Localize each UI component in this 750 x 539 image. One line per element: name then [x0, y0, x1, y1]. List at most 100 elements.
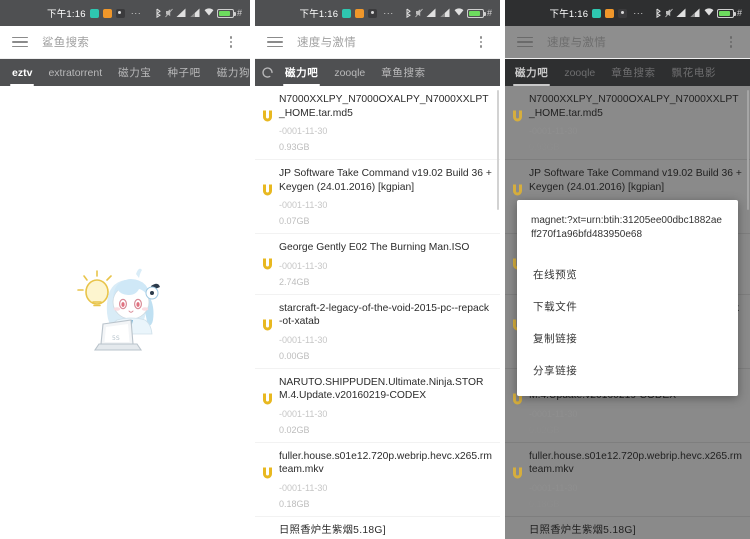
tab-cilibar[interactable]: 磁力吧	[507, 59, 556, 86]
bluetooth-icon	[155, 8, 162, 18]
table-row[interactable]: 日照香炉生紫烟5.18G] -0001-11-30 2.18GB	[255, 517, 500, 539]
magnet-icon	[261, 167, 279, 197]
result-size: 0.07GB	[279, 216, 492, 226]
tab-eztv[interactable]: eztv	[4, 59, 40, 86]
magnet-icon	[511, 93, 529, 123]
table-row[interactable]: fuller.house.s01e12.720p.webrip.hevc.x26…	[505, 443, 750, 517]
table-row[interactable]: N7000XXLPY_N7000OXALPY_N7000XXLPT_HOME.t…	[505, 86, 750, 160]
dialog-item-online-preview[interactable]: 在线预览	[531, 258, 724, 290]
orange-app-icon	[605, 9, 614, 18]
magnet-icon	[261, 376, 279, 406]
screenshot-stage: 下午1:16 ···	[0, 0, 750, 539]
kebab-menu-icon[interactable]	[474, 34, 488, 50]
table-row[interactable]: JP Software Take Command v19.02 Build 36…	[255, 160, 500, 234]
result-size: 0.93GB	[279, 142, 492, 152]
source-tab-bar-left[interactable]: eztv extratorrent 磁力宝 种子吧 磁力狗	[0, 59, 250, 86]
status-bar-left-group: 下午1:16 ···	[47, 6, 141, 20]
status-bar-clock-middle: 下午1:16	[300, 6, 339, 20]
source-tab-bar-middle[interactable]: 磁力吧 zooqle 章鱼搜索	[255, 59, 500, 86]
tab-ciligou[interactable]: 磁力狗	[209, 59, 250, 86]
music-app-icon	[368, 9, 377, 18]
result-title: fuller.house.s01e12.720p.webrip.hevc.x26…	[279, 450, 492, 477]
silent-icon	[415, 8, 423, 18]
results-list-middle[interactable]: N7000XXLPY_N7000OXALPY_N7000XXLPT_HOME.t…	[255, 86, 500, 539]
kebab-menu-icon[interactable]	[724, 34, 738, 50]
result-info: JP Software Take Command v19.02 Build 36…	[279, 167, 492, 226]
tab-zhongziba[interactable]: 种子吧	[159, 59, 208, 86]
scrollbar[interactable]	[747, 90, 750, 210]
result-title: JP Software Take Command v19.02 Build 36…	[529, 167, 742, 194]
signal-icon-2	[690, 8, 701, 18]
search-input[interactable]: 速度与激情	[297, 34, 474, 50]
result-info: starcraft-2-legacy-of-the-void-2015-pc--…	[279, 302, 492, 361]
hamburger-icon[interactable]	[517, 37, 533, 48]
orange-app-icon	[103, 9, 112, 18]
tab-cilibar[interactable]: 磁力吧	[277, 59, 326, 86]
result-date: -0001-11-30	[529, 409, 742, 419]
dialog-item-share-link[interactable]: 分享链接	[531, 354, 724, 386]
table-row[interactable]: fuller.house.s01e12.720p.webrip.hevc.x26…	[255, 443, 500, 517]
tab-zooqle[interactable]: zooqle	[326, 59, 373, 86]
status-bar-clock-right: 下午1:16	[550, 6, 589, 20]
result-info: N7000XXLPY_N7000OXALPY_N7000XXLPT_HOME.t…	[279, 93, 492, 152]
result-title: 日照香炉生紫烟5.18G]	[279, 524, 492, 538]
battery-icon	[717, 9, 734, 18]
tab-zhangyusousuo[interactable]: 章鱼搜索	[373, 59, 433, 86]
tab-cilibao[interactable]: 磁力宝	[110, 59, 159, 86]
wifi-icon	[454, 4, 464, 22]
magnet-icon	[261, 93, 279, 123]
status-overflow-dots-icon: ···	[131, 8, 142, 18]
orange-app-icon	[355, 9, 364, 18]
dialog-item-download-file[interactable]: 下载文件	[531, 290, 724, 322]
status-bar-left-group-middle: 下午1:16 ···	[300, 6, 394, 20]
search-input[interactable]: 速度与激情	[547, 34, 724, 50]
table-row[interactable]: starcraft-2-legacy-of-the-void-2015-pc--…	[255, 295, 500, 369]
signal-icon	[676, 8, 687, 18]
result-date: -0001-11-30	[279, 200, 492, 210]
table-row[interactable]: George Gently E02 The Burning Man.ISO -0…	[255, 234, 500, 295]
search-input[interactable]: 鲨鱼搜索	[42, 34, 224, 50]
result-info: N7000XXLPY_N7000OXALPY_N7000XXLPT_HOME.t…	[529, 93, 742, 152]
teal-app-icon	[90, 9, 99, 18]
music-app-icon	[116, 9, 125, 18]
status-bar-middle: 下午1:16 ···	[255, 0, 500, 26]
search-bar-right[interactable]: 速度与激情	[505, 26, 750, 59]
table-row[interactable]: N7000XXLPY_N7000OXALPY_N7000XXLPT_HOME.t…	[255, 86, 500, 160]
search-bar-middle[interactable]: 速度与激情	[255, 26, 500, 59]
music-app-icon	[618, 9, 627, 18]
battery-icon	[467, 9, 484, 18]
chibi-girl-laptop-illustration: 5S	[65, 258, 185, 368]
result-info: NARUTO.SHIPPUDEN.Ultimate.Ninja.STORM.4.…	[279, 376, 492, 435]
status-overflow-dots-icon: ···	[633, 8, 644, 18]
result-date: -0001-11-30	[279, 409, 492, 419]
tab-zooqle[interactable]: zooqle	[556, 59, 603, 86]
tab-zhangyusousuo[interactable]: 章鱼搜索	[603, 59, 663, 86]
tab-piaohuadianying[interactable]: 飘花电影	[664, 59, 724, 86]
table-row[interactable]: 日照香炉生紫烟5.18G] -0001-11-30 2.18GB	[505, 517, 750, 539]
magnet-icon	[511, 167, 529, 197]
status-bar: 下午1:16 ···	[0, 0, 250, 26]
result-date: -0001-11-30	[279, 126, 492, 136]
magnet-icon	[511, 524, 529, 539]
dialog-item-copy-link[interactable]: 复制链接	[531, 322, 724, 354]
kebab-menu-icon[interactable]	[224, 34, 238, 50]
silent-icon	[165, 8, 173, 18]
table-row[interactable]: NARUTO.SHIPPUDEN.Ultimate.Ninja.STORM.4.…	[255, 369, 500, 443]
magnet-icon	[261, 302, 279, 332]
loading-spinner-icon	[257, 59, 277, 86]
hamburger-icon[interactable]	[12, 37, 28, 48]
magnet-icon	[261, 524, 279, 539]
search-bar-left[interactable]: 鲨鱼搜索	[0, 26, 250, 59]
source-tab-bar-right[interactable]: 磁力吧 zooqle 章鱼搜索 飘花电影	[505, 59, 750, 86]
result-size: 2.74GB	[279, 277, 492, 287]
status-extra-icon: #	[737, 8, 742, 18]
result-title: JP Software Take Command v19.02 Build 36…	[279, 167, 492, 194]
status-bar-left-group-right: 下午1:16 ···	[550, 6, 644, 20]
scrollbar[interactable]	[497, 90, 500, 210]
status-bar-right-group-middle: #	[405, 4, 492, 22]
tab-extratorrent[interactable]: extratorrent	[40, 59, 110, 86]
status-bar-right-group: #	[155, 4, 242, 22]
result-info: George Gently E02 The Burning Man.ISO -0…	[279, 241, 492, 287]
silent-icon	[665, 8, 673, 18]
hamburger-icon[interactable]	[267, 37, 283, 48]
